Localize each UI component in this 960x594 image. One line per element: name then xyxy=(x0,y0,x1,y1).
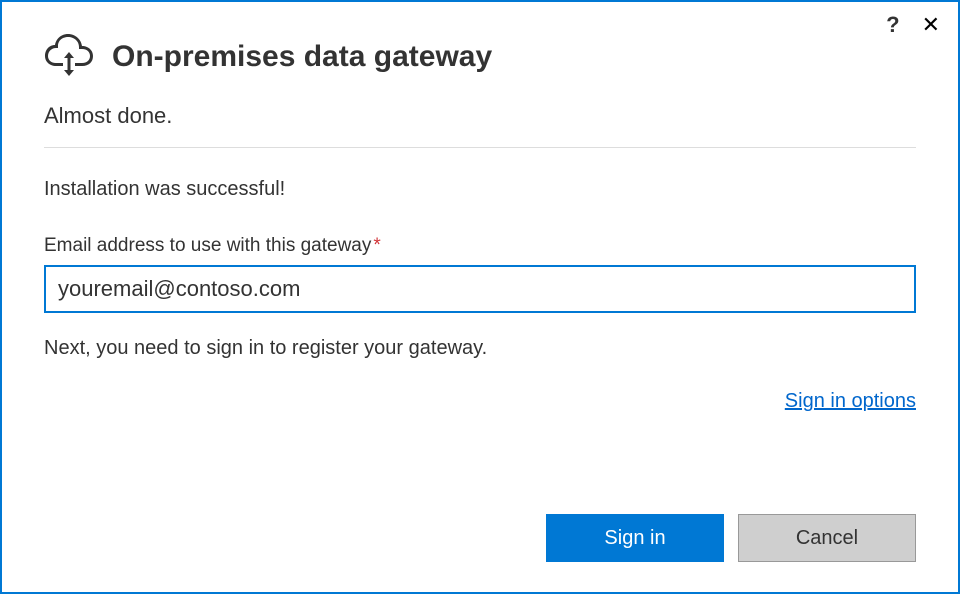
window-title: On-premises data gateway xyxy=(112,40,492,74)
close-icon[interactable]: ✕ xyxy=(922,14,940,36)
email-field[interactable] xyxy=(44,265,916,313)
help-icon[interactable]: ? xyxy=(886,12,899,38)
titlebar-controls: ? ✕ xyxy=(886,12,940,38)
divider xyxy=(44,147,916,148)
required-indicator: * xyxy=(373,235,380,256)
gateway-installer-window: ? ✕ On-premises data gateway Almost done… xyxy=(0,0,960,594)
subtitle: Almost done. xyxy=(44,103,916,129)
install-status: Installation was successful! xyxy=(44,178,916,201)
sign-in-button[interactable]: Sign in xyxy=(546,514,724,562)
email-label-text: Email address to use with this gateway xyxy=(44,235,371,256)
header-row: On-premises data gateway xyxy=(44,32,916,81)
cloud-sync-icon xyxy=(44,32,94,81)
footer-buttons: Sign in Cancel xyxy=(2,514,958,592)
cancel-button[interactable]: Cancel xyxy=(738,514,916,562)
sign-in-options-link[interactable]: Sign in options xyxy=(785,390,916,412)
content-area: On-premises data gateway Almost done. In… xyxy=(2,2,958,514)
next-step-text: Next, you need to sign in to register yo… xyxy=(44,337,916,360)
email-label: Email address to use with this gateway* xyxy=(44,235,916,257)
link-row: Sign in options xyxy=(44,390,916,413)
